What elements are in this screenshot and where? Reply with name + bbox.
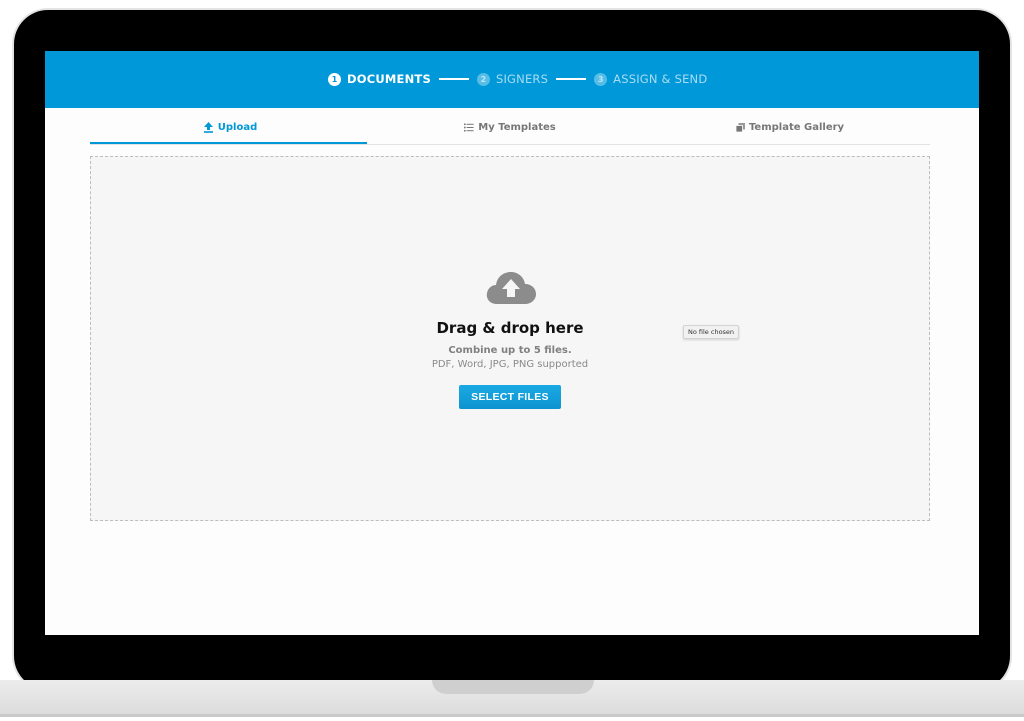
step-label: DOCUMENTS xyxy=(347,72,431,86)
step-number: 3 xyxy=(594,72,608,86)
step-connector xyxy=(556,78,587,80)
step-label: ASSIGN & SEND xyxy=(613,72,708,86)
laptop-notch xyxy=(432,680,594,694)
cloud-upload-icon xyxy=(485,270,537,306)
upload-icon xyxy=(203,122,214,133)
file-status-tooltip: No file chosen xyxy=(683,325,740,339)
tab-template-gallery[interactable]: Template Gallery xyxy=(650,112,930,143)
step-connector xyxy=(438,78,469,80)
stepper-header: 1 DOCUMENTS 2 SIGNERS 3 ASSIGN & SEND xyxy=(45,51,979,108)
dropzone-subtitle: Combine up to 5 files. xyxy=(448,345,572,356)
dropzone-title: Drag & drop here xyxy=(436,319,584,337)
list-icon xyxy=(464,123,474,132)
tab-my-templates[interactable]: My Templates xyxy=(370,112,650,143)
step-signers[interactable]: 2 SIGNERS xyxy=(476,72,549,86)
stepper: 1 DOCUMENTS 2 SIGNERS 3 ASSIGN & SEND xyxy=(328,71,707,87)
step-label: SIGNERS xyxy=(495,72,549,86)
step-documents[interactable]: 1 DOCUMENTS xyxy=(328,72,431,86)
tab-upload[interactable]: Upload xyxy=(90,112,370,144)
tab-label: Upload xyxy=(217,122,258,133)
step-number: 1 xyxy=(328,72,341,86)
tab-label: My Templates xyxy=(478,122,556,133)
app-screen: 1 DOCUMENTS 2 SIGNERS 3 ASSIGN & SEND Up… xyxy=(45,51,979,635)
supported-formats: PDF, Word, JPG, PNG supported xyxy=(431,359,589,370)
file-dropzone[interactable]: Drag & drop here Combine up to 5 files. … xyxy=(90,156,930,521)
select-files-button[interactable]: SELECT FILES xyxy=(459,385,561,409)
step-assign-send[interactable]: 3 ASSIGN & SEND xyxy=(594,72,707,86)
tab-label: Template Gallery xyxy=(748,122,845,133)
step-number: 2 xyxy=(476,72,490,86)
gallery-icon xyxy=(735,123,745,132)
document-source-tabs: Upload My Templates Template Gallery xyxy=(90,112,930,145)
